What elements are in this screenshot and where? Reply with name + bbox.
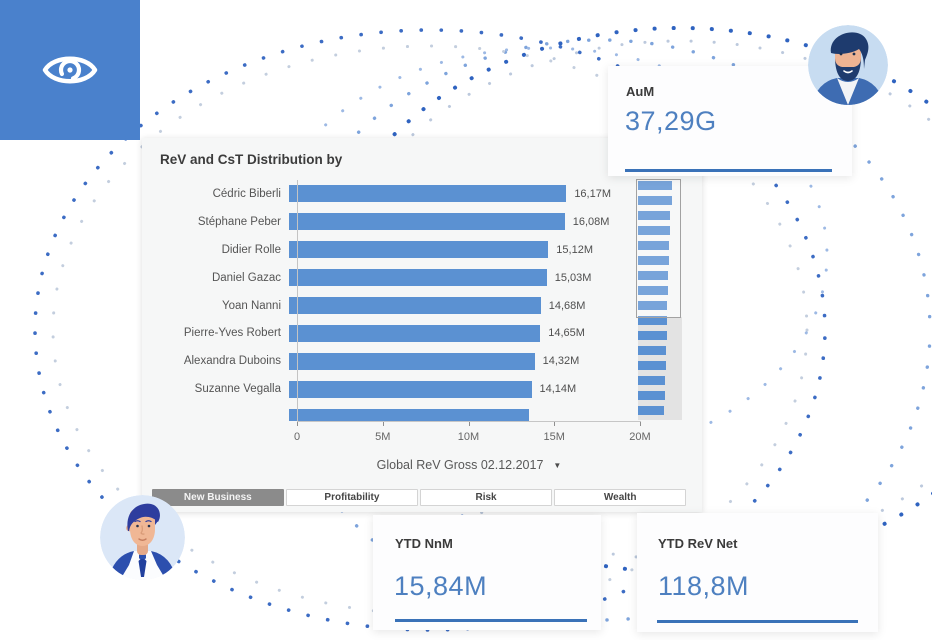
kpi-value: 118,8M bbox=[658, 571, 749, 602]
caret-down-icon: ▼ bbox=[553, 461, 561, 470]
chart-row-label[interactable]: Daniel Gazac bbox=[150, 272, 289, 284]
x-axis-tick-label: 20M bbox=[629, 431, 650, 443]
chart-row-label[interactable]: Pierre-Yves Robert bbox=[150, 327, 289, 339]
chart-bar-value: 14,32M bbox=[543, 355, 580, 367]
chart-bar[interactable] bbox=[289, 241, 548, 258]
kpi-title: YTD NnM bbox=[395, 536, 453, 551]
chart-row-label[interactable]: Alexandra Duboins bbox=[150, 355, 289, 367]
x-axis-tick-label: 15M bbox=[544, 431, 565, 443]
chart-row: Daniel Gazac 15,03M bbox=[150, 264, 686, 292]
chart-row: Stéphane Peber 16,08M bbox=[150, 208, 686, 236]
dimension-selector[interactable]: Global ReV Gross 02.12.2017 ▼ bbox=[297, 458, 641, 472]
chart-bar[interactable] bbox=[289, 381, 532, 398]
chart-bar[interactable] bbox=[289, 353, 535, 370]
minimap-viewport[interactable] bbox=[636, 179, 681, 318]
kpi-underline bbox=[625, 169, 832, 172]
eye-icon bbox=[41, 50, 99, 90]
brand-square[interactable] bbox=[0, 0, 140, 140]
minimap-bar bbox=[638, 361, 666, 370]
x-axis-tick bbox=[297, 422, 298, 426]
x-axis-tick bbox=[469, 422, 470, 426]
x-axis-tick bbox=[554, 422, 555, 426]
avatar-bearded-man bbox=[808, 25, 888, 105]
chart-row-label[interactable]: Cédric Biberli bbox=[150, 188, 289, 200]
chart-bar-value: 16,08M bbox=[573, 216, 610, 228]
dashboard: ReV and CsT Distribution by Cédric Biber… bbox=[0, 0, 932, 640]
tab-wealth[interactable]: Wealth bbox=[554, 489, 686, 506]
chart-row: Yoan Nanni 14,68M bbox=[150, 292, 686, 320]
kpi-underline bbox=[657, 620, 858, 623]
chart-bar[interactable] bbox=[289, 185, 566, 202]
x-axis-tick-label: 10M bbox=[458, 431, 479, 443]
chart-row-label[interactable]: Stéphane Peber bbox=[150, 216, 289, 228]
chart-bar-value: 15,12M bbox=[556, 244, 593, 256]
chart-bar[interactable] bbox=[289, 409, 529, 421]
x-axis-tick bbox=[640, 422, 641, 426]
kpi-card-ytd-rev-net[interactable]: YTD ReV Net 118,8M bbox=[637, 513, 878, 632]
chart-row-label[interactable]: Yoan Nanni bbox=[150, 300, 289, 312]
chart-row: Alexandra Duboins 14,32M bbox=[150, 347, 686, 375]
chart-row-label[interactable]: Suzanne Vegalla bbox=[150, 383, 289, 395]
chart-card: ReV and CsT Distribution by Cédric Biber… bbox=[142, 138, 702, 512]
minimap-bar bbox=[638, 331, 667, 340]
tab-risk[interactable]: Risk bbox=[420, 489, 552, 506]
minimap-bar bbox=[638, 376, 665, 385]
chart-bar-value: 15,03M bbox=[555, 272, 592, 284]
kpi-title: AuM bbox=[626, 84, 654, 99]
kpi-card-ytd-nnm[interactable]: YTD NnM 15,84M bbox=[373, 515, 601, 630]
chart-bar[interactable] bbox=[289, 297, 541, 314]
chart-title: ReV and CsT Distribution by bbox=[160, 152, 342, 167]
chart-row: Suzanne Vegalla 14,14M bbox=[150, 375, 686, 403]
tab-bar: New BusinessProfitabilityRiskWealth bbox=[152, 489, 686, 506]
chart-bar[interactable] bbox=[289, 269, 547, 286]
chart-row: Didier Rolle 15,12M bbox=[150, 236, 686, 264]
kpi-title: YTD ReV Net bbox=[658, 536, 737, 551]
y-axis-line bbox=[297, 180, 298, 421]
chart-row: Pierre-Yves Robert 14,65M bbox=[150, 319, 686, 347]
kpi-value: 15,84M bbox=[394, 571, 487, 602]
chart-row-label[interactable]: Didier Rolle bbox=[150, 244, 289, 256]
chart-bar-value: 14,68M bbox=[549, 300, 586, 312]
chart-row: Cédric Biberli 16,17M bbox=[150, 180, 686, 208]
tab-new-business[interactable]: New Business bbox=[152, 489, 284, 506]
chart-bar[interactable] bbox=[289, 325, 540, 342]
chart-bar-value: 14,65M bbox=[548, 327, 585, 339]
dimension-selector-label: Global ReV Gross 02.12.2017 bbox=[377, 458, 544, 472]
chart-rows: Cédric Biberli 16,17M Stéphane Peber 16,08M… bbox=[150, 180, 686, 421]
minimap-bar bbox=[638, 346, 666, 355]
kpi-underline bbox=[395, 619, 587, 622]
kpi-value: 37,29G bbox=[625, 106, 717, 137]
minimap-bar bbox=[638, 391, 665, 400]
minimap-bar bbox=[638, 406, 664, 415]
x-axis: 05M10M15M20M bbox=[297, 421, 641, 461]
chart-row bbox=[150, 403, 686, 421]
chart-bar[interactable] bbox=[289, 213, 565, 230]
x-axis-tick bbox=[383, 422, 384, 426]
chart-bar-value: 14,14M bbox=[540, 383, 577, 395]
scroll-minimap bbox=[638, 180, 680, 420]
chart-bar-value: 16,17M bbox=[574, 188, 611, 200]
x-axis-tick-label: 5M bbox=[375, 431, 390, 443]
tab-profitability[interactable]: Profitability bbox=[286, 489, 418, 506]
x-axis-tick-label: 0 bbox=[294, 431, 300, 443]
avatar-man-with-tie bbox=[100, 495, 185, 580]
